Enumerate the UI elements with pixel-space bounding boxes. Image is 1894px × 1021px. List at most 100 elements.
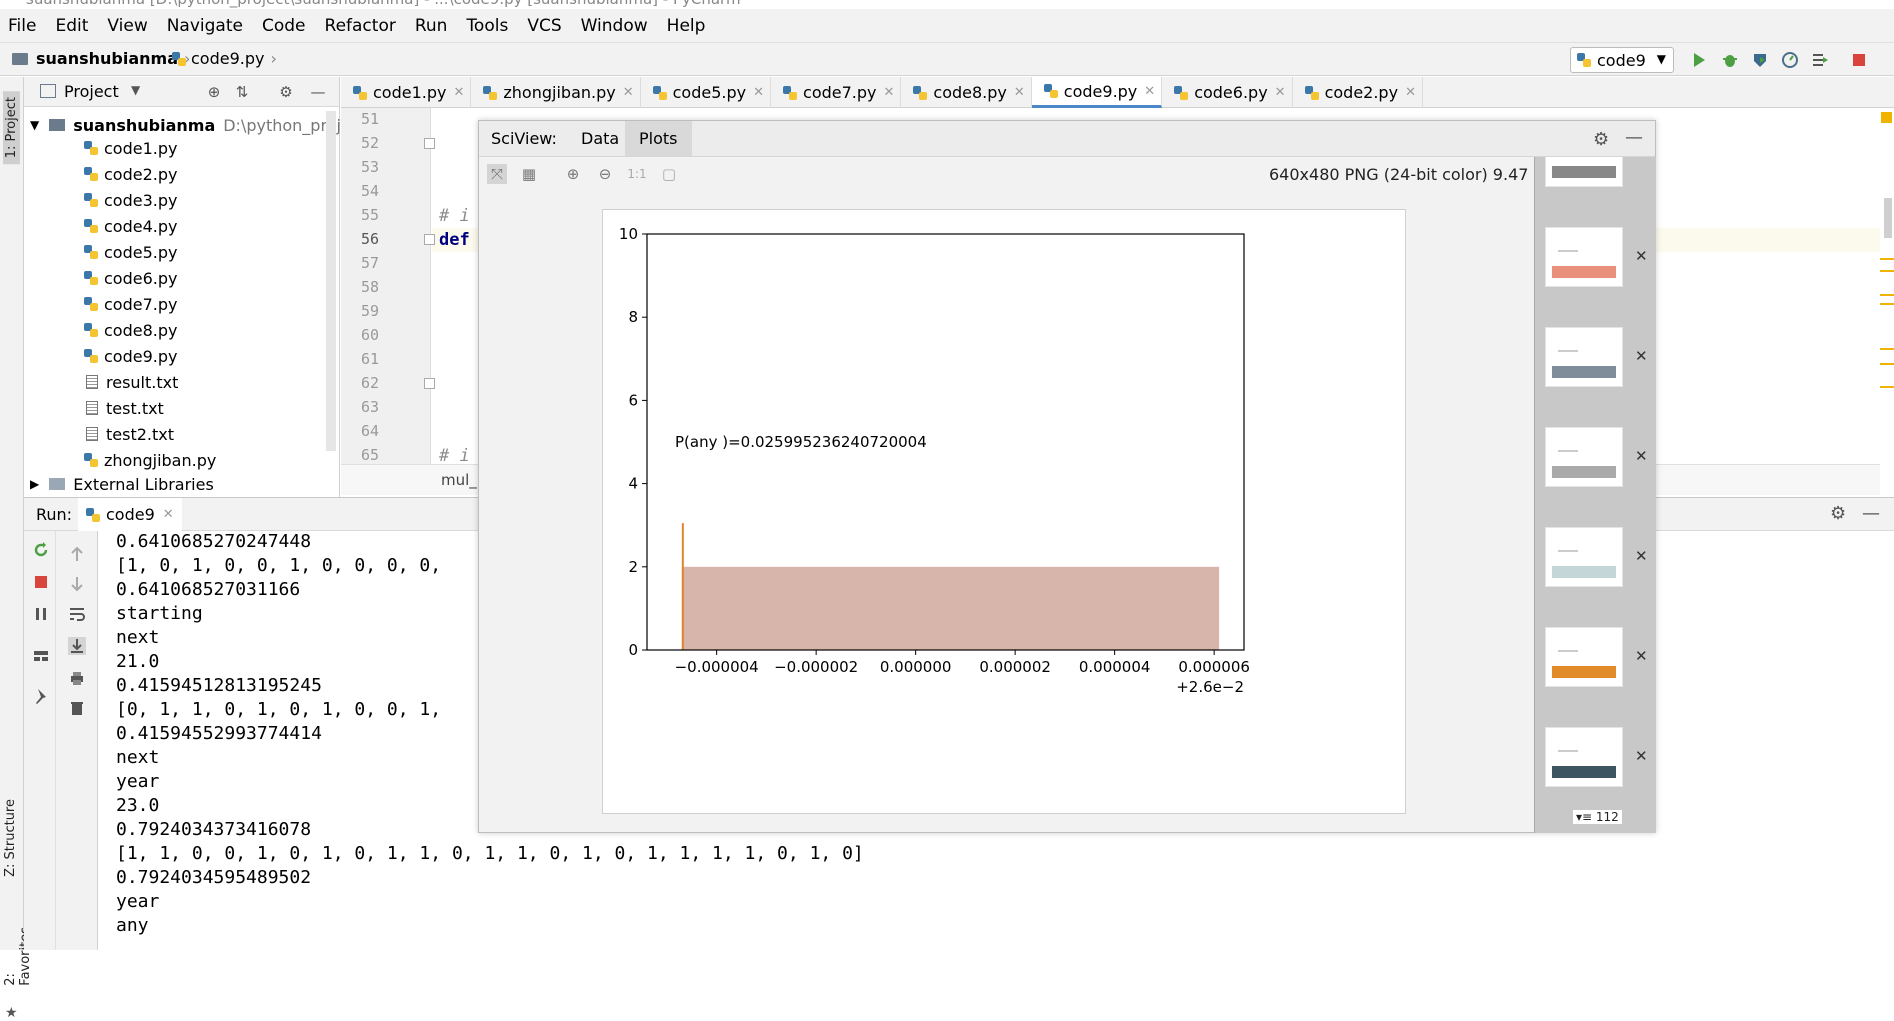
- close-icon[interactable]: ✕: [753, 85, 764, 100]
- close-icon[interactable]: ✕: [1635, 247, 1648, 265]
- tab-code1[interactable]: code1.py ✕: [341, 77, 472, 108]
- fit-zoom-icon[interactable]: ⤧: [487, 164, 507, 184]
- locate-file-icon[interactable]: ⊕: [206, 84, 222, 100]
- gear-icon[interactable]: ⚙: [1830, 503, 1846, 524]
- warning-mark[interactable]: [1880, 258, 1894, 260]
- gear-icon[interactable]: ⚙: [1593, 129, 1609, 150]
- warning-mark[interactable]: [1880, 270, 1894, 272]
- close-icon[interactable]: ✕: [453, 85, 464, 100]
- pause-icon[interactable]: [32, 605, 50, 623]
- arrow-up-icon[interactable]: [68, 545, 86, 563]
- tree-file[interactable]: test2.txt: [24, 421, 340, 447]
- close-icon[interactable]: ✕: [884, 85, 895, 100]
- trash-icon[interactable]: [68, 699, 86, 717]
- plot-thumbnail[interactable]: [1545, 527, 1623, 587]
- warning-mark[interactable]: [1880, 303, 1894, 305]
- tree-file[interactable]: code9.py: [24, 343, 340, 369]
- warning-mark[interactable]: [1880, 386, 1894, 388]
- tab-code7[interactable]: code7.py ✕: [771, 77, 902, 108]
- zoom-out-icon[interactable]: ⊖: [595, 164, 615, 184]
- tree-file[interactable]: code2.py: [24, 161, 340, 187]
- profile-icon[interactable]: [1781, 51, 1799, 69]
- run-tab[interactable]: code9 ✕: [78, 498, 182, 531]
- menu-file[interactable]: File: [6, 16, 38, 36]
- menu-help[interactable]: Help: [665, 16, 708, 36]
- tree-file[interactable]: code6.py: [24, 265, 340, 291]
- run-configuration-select[interactable]: code9 ▼: [1570, 47, 1674, 73]
- fold-icon[interactable]: [424, 378, 435, 389]
- hide-panel-icon[interactable]: —: [1625, 127, 1643, 148]
- tab-code6[interactable]: code6.py ✕: [1162, 77, 1293, 108]
- menu-view[interactable]: View: [105, 16, 149, 36]
- plot-thumbnail[interactable]: [1545, 157, 1623, 187]
- menu-run[interactable]: Run: [413, 16, 450, 36]
- gear-icon[interactable]: ⚙: [278, 84, 294, 100]
- zoom-in-icon[interactable]: ⊕: [563, 164, 583, 184]
- plot-thumbnail[interactable]: [1545, 727, 1623, 787]
- structure-tool-tab[interactable]: Z: Structure: [3, 799, 18, 877]
- error-stripe[interactable]: [1880, 108, 1894, 495]
- print-icon[interactable]: [68, 669, 86, 687]
- menu-refactor[interactable]: Refactor: [323, 16, 398, 36]
- close-icon[interactable]: ✕: [163, 507, 174, 522]
- plot-thumbnail[interactable]: [1545, 227, 1623, 287]
- scroll-to-end-icon[interactable]: [68, 637, 86, 655]
- fit-window-icon[interactable]: ▢: [659, 164, 679, 184]
- plot-thumbnail[interactable]: [1545, 427, 1623, 487]
- run-icon[interactable]: [1690, 51, 1708, 69]
- tree-file[interactable]: code7.py: [24, 291, 340, 317]
- menu-tools[interactable]: Tools: [464, 16, 510, 36]
- run-with-coverage-icon[interactable]: [1751, 51, 1769, 69]
- menu-window[interactable]: Window: [579, 16, 650, 36]
- menu-vcs[interactable]: VCS: [525, 16, 563, 36]
- close-icon[interactable]: ✕: [1144, 84, 1155, 99]
- warning-mark[interactable]: [1880, 363, 1894, 365]
- tab-code8[interactable]: code8.py ✕: [901, 77, 1032, 108]
- tree-file[interactable]: code4.py: [24, 213, 340, 239]
- tree-file[interactable]: code1.py: [24, 135, 340, 161]
- arrow-down-icon[interactable]: [68, 575, 86, 593]
- scrollbar[interactable]: [326, 111, 336, 451]
- close-icon[interactable]: ✕: [1635, 547, 1648, 565]
- close-icon[interactable]: ✕: [1405, 85, 1416, 100]
- menu-navigate[interactable]: Navigate: [165, 16, 245, 36]
- fold-icon[interactable]: [424, 138, 435, 149]
- warning-mark[interactable]: [1880, 294, 1894, 296]
- tree-file[interactable]: code5.py: [24, 239, 340, 265]
- layout-icon[interactable]: [32, 647, 50, 665]
- tree-file[interactable]: zhongjiban.py: [24, 447, 340, 473]
- pin-icon[interactable]: [32, 687, 50, 705]
- collapse-all-icon[interactable]: ⇅: [234, 84, 250, 100]
- tree-file[interactable]: code3.py: [24, 187, 340, 213]
- tree-file[interactable]: code8.py: [24, 317, 340, 343]
- soft-wrap-icon[interactable]: [68, 605, 86, 623]
- tab-data[interactable]: Data: [571, 121, 629, 156]
- actual-size-button[interactable]: 1:1: [627, 164, 647, 184]
- warning-icon[interactable]: [1881, 112, 1892, 123]
- tree-file[interactable]: test.txt: [24, 395, 340, 421]
- debug-icon[interactable]: [1721, 51, 1739, 69]
- close-icon[interactable]: ✕: [1275, 85, 1286, 100]
- hide-panel-icon[interactable]: —: [1862, 503, 1880, 524]
- close-icon[interactable]: ✕: [1635, 747, 1648, 765]
- tree-external-libraries[interactable]: ▶ External Libraries: [24, 473, 340, 495]
- close-icon[interactable]: ✕: [623, 85, 634, 100]
- hide-panel-icon[interactable]: —: [310, 84, 326, 100]
- rerun-icon[interactable]: [32, 541, 50, 559]
- editor-breadcrumb-label[interactable]: mul_: [441, 471, 477, 489]
- chevron-down-icon[interactable]: ▼: [131, 83, 140, 97]
- project-panel-title[interactable]: Project: [64, 82, 119, 101]
- close-icon[interactable]: ✕: [1635, 447, 1648, 465]
- tab-code2[interactable]: code2.py ✕: [1293, 77, 1423, 108]
- plot-thumbnail[interactable]: [1545, 327, 1623, 387]
- tab-code5[interactable]: code5.py ✕: [641, 77, 772, 108]
- project-tool-tab[interactable]: 1: Project: [3, 91, 20, 165]
- close-icon[interactable]: ✕: [1014, 85, 1025, 100]
- close-icon[interactable]: ✕: [1635, 347, 1648, 365]
- breadcrumb-file[interactable]: code9.py ›: [172, 49, 277, 68]
- tab-zhongjiban[interactable]: zhongjiban.py ✕: [471, 77, 641, 108]
- menu-edit[interactable]: Edit: [53, 16, 90, 36]
- stop-icon[interactable]: [1850, 51, 1868, 69]
- plot-thumbnail[interactable]: [1545, 627, 1623, 687]
- tab-code9[interactable]: code9.py ✕: [1031, 77, 1163, 108]
